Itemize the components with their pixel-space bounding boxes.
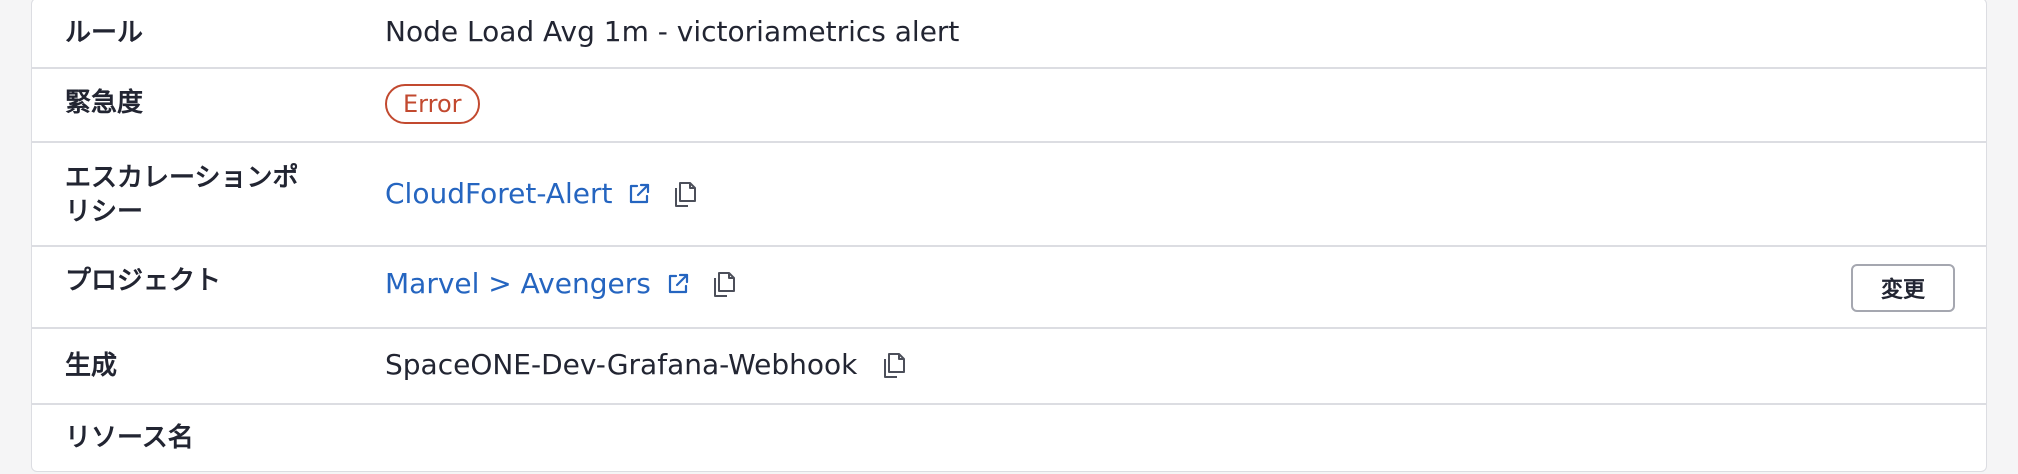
change-project-button[interactable]: 変更 bbox=[1851, 264, 1955, 312]
urgency-label: 緊急度 bbox=[65, 88, 144, 118]
urgency-value: Error bbox=[385, 84, 480, 124]
row-urgency: 緊急度 Error bbox=[32, 69, 1986, 143]
escalation-value: CloudForet-Alert bbox=[385, 177, 700, 210]
escalation-label-line2: リシー bbox=[65, 197, 144, 227]
rule-label: ルール bbox=[65, 18, 144, 48]
row-created: 生成 SpaceONE-Dev-Grafana-Webhook bbox=[32, 329, 1986, 405]
row-resource-name: リソース名 bbox=[32, 405, 1986, 471]
row-escalation-policy: エスカレーションポ リシー CloudForet-Alert bbox=[32, 143, 1986, 247]
escalation-label: エスカレーションポ リシー bbox=[65, 161, 325, 229]
status-badge: Error bbox=[385, 84, 480, 124]
row-rule: ルール Node Load Avg 1m - victoriametrics a… bbox=[32, 0, 1986, 69]
created-label: 生成 bbox=[65, 351, 118, 381]
row-project: プロジェクト Marvel > Avengers 変更 bbox=[32, 247, 1986, 329]
project-link[interactable]: Marvel > Avengers bbox=[385, 267, 651, 300]
rule-value: Node Load Avg 1m - victoriametrics alert bbox=[385, 15, 960, 48]
created-source-text: SpaceONE-Dev-Grafana-Webhook bbox=[385, 348, 858, 381]
external-link-icon[interactable] bbox=[665, 271, 691, 297]
external-link-icon[interactable] bbox=[626, 181, 652, 207]
escalation-policy-link[interactable]: CloudForet-Alert bbox=[385, 177, 612, 210]
resource-name-label: リソース名 bbox=[65, 423, 194, 453]
escalation-label-line1: エスカレーションポ bbox=[65, 163, 299, 193]
alert-detail-panel: ルール Node Load Avg 1m - victoriametrics a… bbox=[31, 0, 1987, 472]
copy-icon[interactable] bbox=[709, 269, 739, 299]
copy-icon[interactable] bbox=[879, 350, 909, 380]
project-label: プロジェクト bbox=[65, 266, 222, 296]
copy-icon[interactable] bbox=[670, 179, 700, 209]
created-value: SpaceONE-Dev-Grafana-Webhook bbox=[385, 348, 909, 381]
project-value: Marvel > Avengers bbox=[385, 267, 739, 300]
